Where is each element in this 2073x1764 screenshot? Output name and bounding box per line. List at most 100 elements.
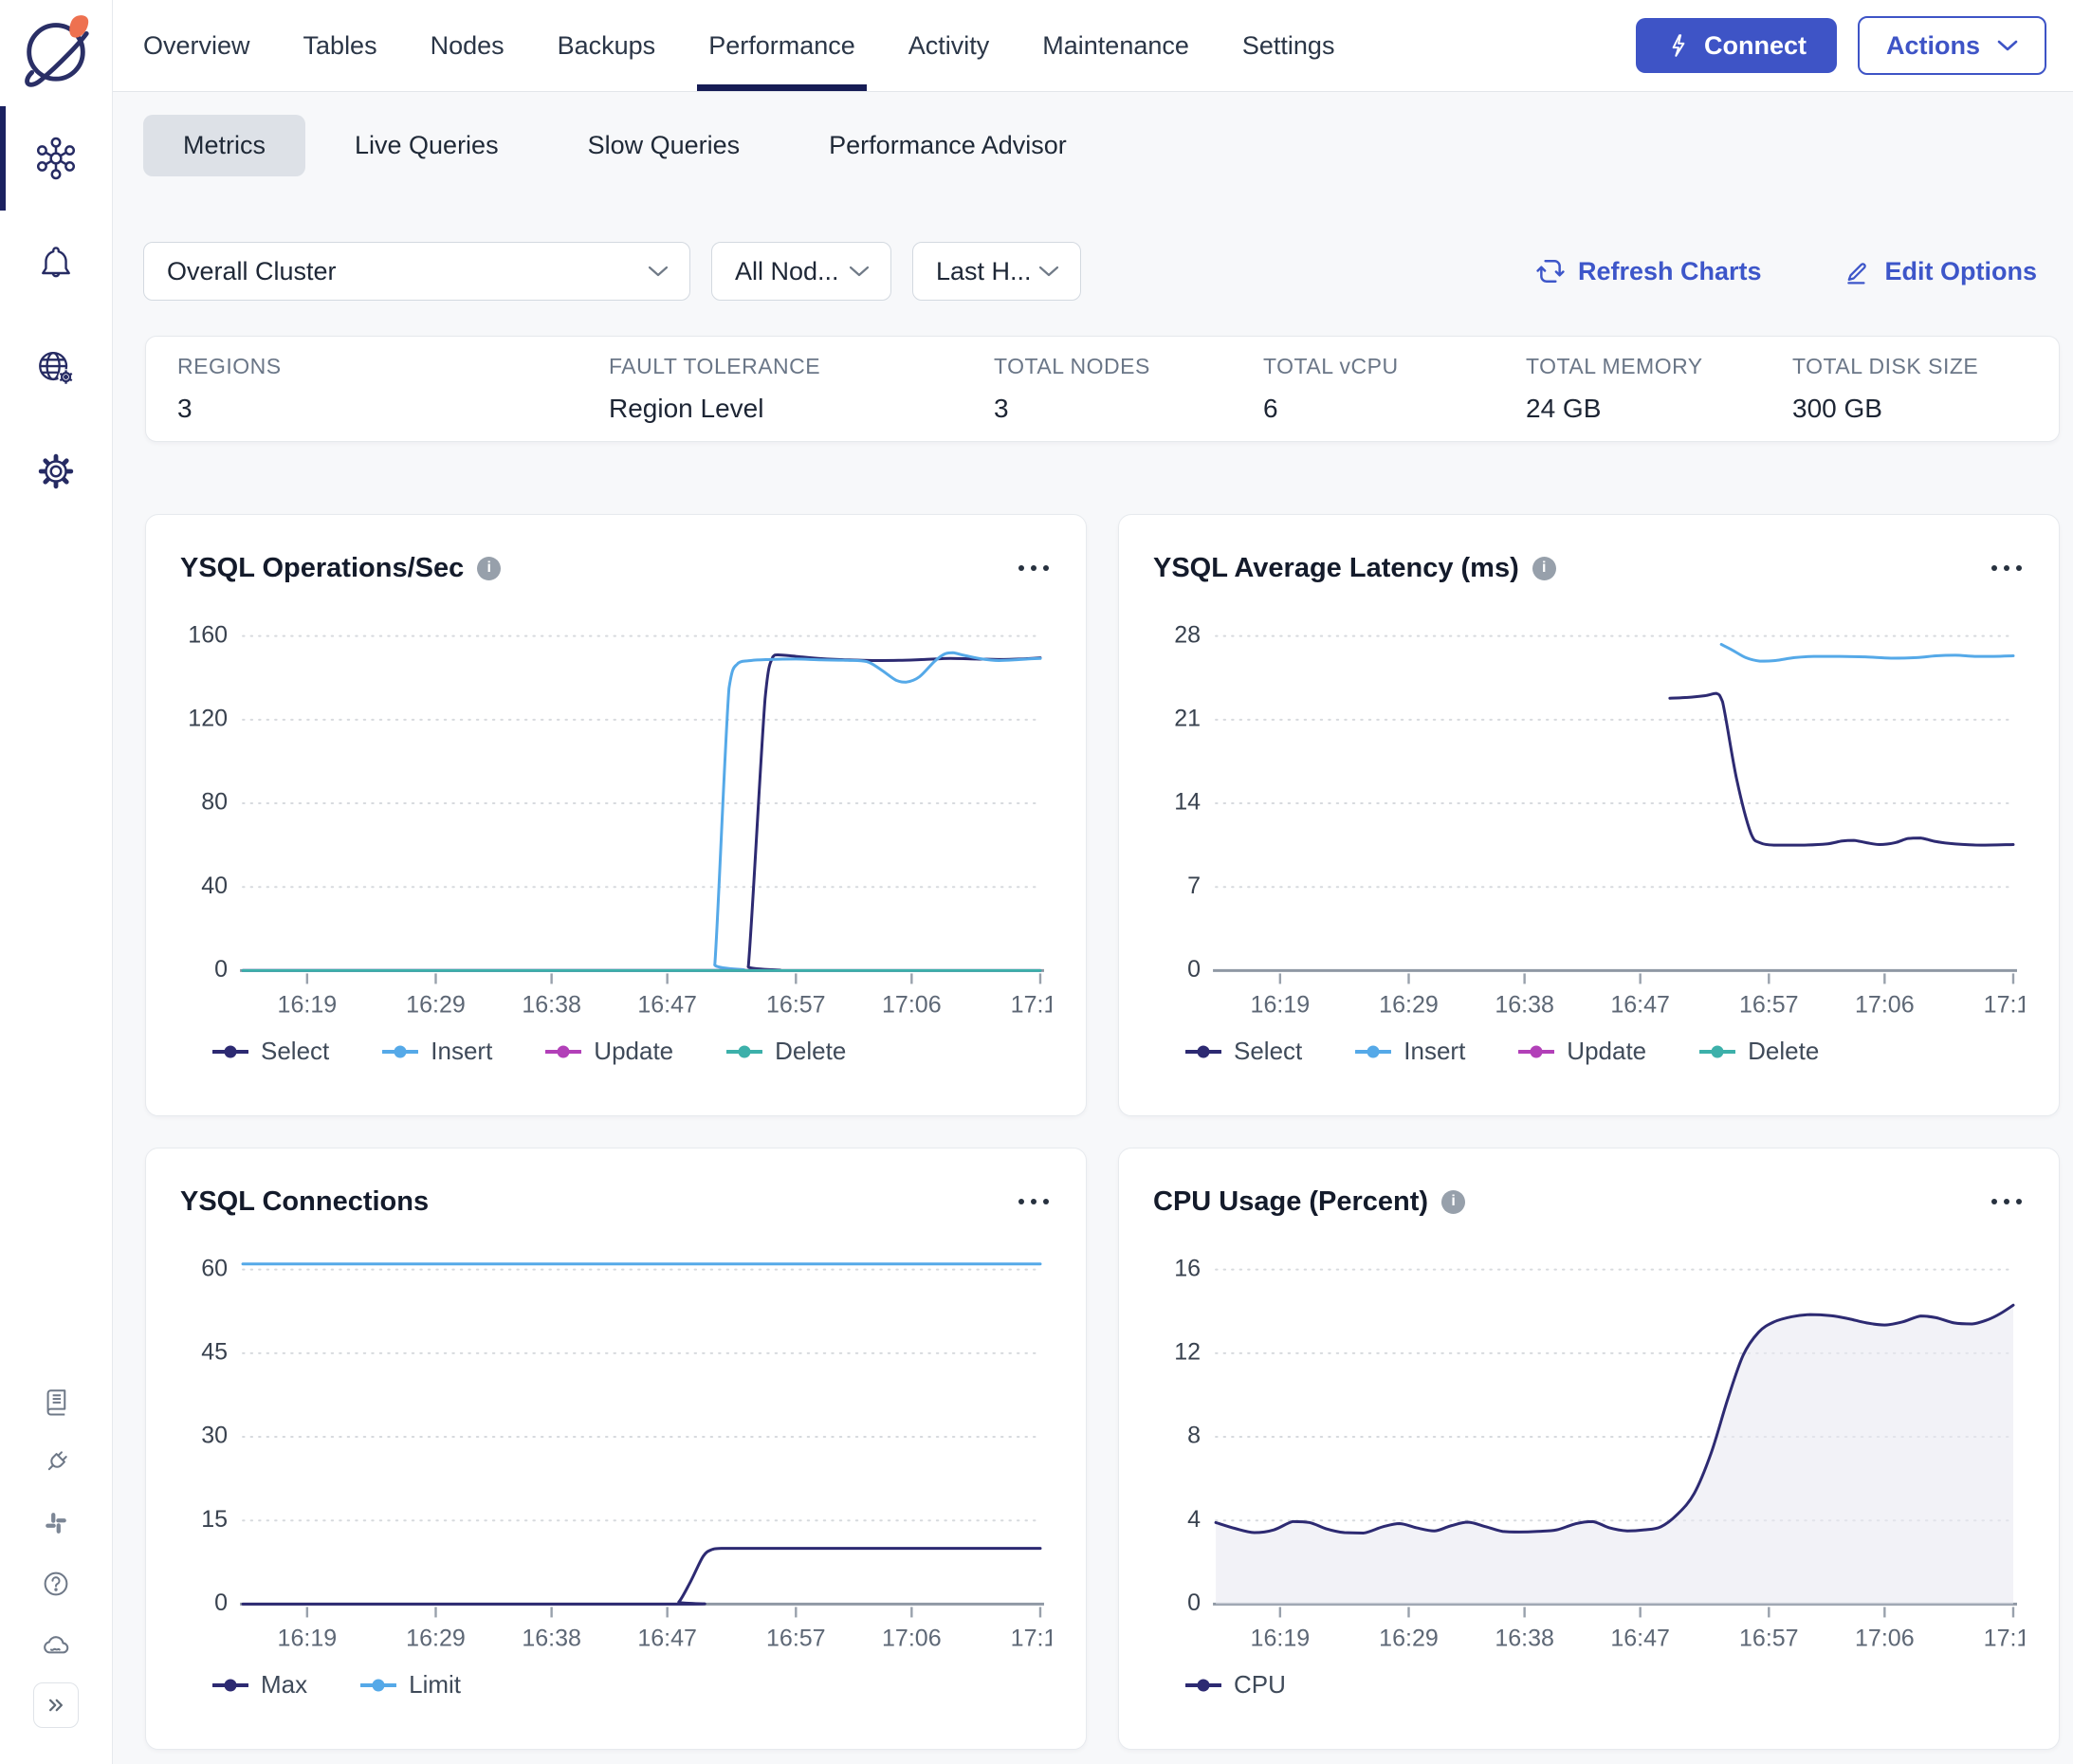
sidebar-item-docs[interactable] xyxy=(0,1371,112,1432)
legend-item-cpu[interactable]: CPU xyxy=(1185,1670,1286,1700)
sidebar-item-integrations[interactable] xyxy=(0,1432,112,1493)
legend-label: Update xyxy=(1567,1037,1646,1066)
stat-fault-tolerance: FAULT TOLERANCE Region Level xyxy=(609,354,994,424)
refresh-charts-button[interactable]: Refresh Charts xyxy=(1536,257,1762,286)
chart-legend: CPU xyxy=(1185,1670,2025,1700)
legend-item-update[interactable]: Update xyxy=(545,1037,673,1066)
stat-label: TOTAL DISK SIZE xyxy=(1792,354,1978,379)
sidebar-collapse-button[interactable] xyxy=(0,1675,112,1736)
tab-maintenance[interactable]: Maintenance xyxy=(1042,0,1189,91)
tab-performance[interactable]: Performance xyxy=(708,0,855,91)
tab-overview[interactable]: Overview xyxy=(143,0,250,91)
sidebar-item-alerts[interactable] xyxy=(0,211,112,315)
svg-text:7: 7 xyxy=(1187,873,1201,899)
stat-value: 300 GB xyxy=(1792,394,1978,424)
chart-menu-button[interactable] xyxy=(1989,1197,2025,1206)
svg-text:16:47: 16:47 xyxy=(637,1625,697,1651)
connect-button[interactable]: Connect xyxy=(1636,18,1837,73)
svg-text:16:47: 16:47 xyxy=(637,991,697,1018)
legend-item-select[interactable]: Select xyxy=(212,1037,329,1066)
svg-text:17:06: 17:06 xyxy=(882,1625,942,1651)
svg-text:120: 120 xyxy=(188,705,228,731)
chart-canvas[interactable]: 01530456016:1916:2916:3816:4716:5717:061… xyxy=(180,1228,1052,1657)
stat-value: 3 xyxy=(994,394,1263,424)
svg-text:0: 0 xyxy=(1187,1589,1201,1616)
legend-item-delete[interactable]: Delete xyxy=(726,1037,846,1066)
chart-canvas[interactable]: 048121616:1916:2916:3816:4716:5717:0617:… xyxy=(1153,1228,2025,1657)
legend-item-limit[interactable]: Limit xyxy=(360,1670,461,1700)
legend-item-max[interactable]: Max xyxy=(212,1670,307,1700)
sidebar-item-settings[interactable] xyxy=(0,419,112,524)
legend-item-insert[interactable]: Insert xyxy=(1355,1037,1465,1066)
sidebar-item-help[interactable] xyxy=(0,1553,112,1614)
chart-title: YSQL Operations/Sec xyxy=(180,553,464,584)
cluster-select[interactable]: Overall Cluster xyxy=(143,242,690,301)
stat-total-disk: TOTAL DISK SIZE 300 GB xyxy=(1792,354,1978,424)
nodes-select[interactable]: All Nod... xyxy=(711,242,891,301)
legend-item-update[interactable]: Update xyxy=(1518,1037,1646,1066)
chart-card-cpu-usage: CPU Usage (Percent) 048121616:1916:2916:… xyxy=(1118,1148,2060,1750)
sidebar-item-slack[interactable] xyxy=(0,1493,112,1553)
stat-label: TOTAL NODES xyxy=(994,354,1263,379)
chart-menu-button[interactable] xyxy=(1989,563,2025,573)
double-chevron-right-icon xyxy=(43,1692,69,1718)
sidebar-item-cloud-status[interactable] xyxy=(0,1614,112,1675)
svg-text:16:57: 16:57 xyxy=(766,991,826,1018)
stat-total-nodes: TOTAL NODES 3 xyxy=(994,354,1263,424)
chart-card-ysql-operations: YSQL Operations/Sec 0408012016016:1916:2… xyxy=(145,514,1087,1116)
chart-title: YSQL Connections xyxy=(180,1186,429,1218)
ellipsis-icon xyxy=(1016,1197,1052,1206)
info-icon[interactable] xyxy=(477,557,501,580)
tab-backups[interactable]: Backups xyxy=(558,0,656,91)
tab-performance-advisor[interactable]: Performance Advisor xyxy=(789,115,1107,176)
stat-value: Region Level xyxy=(609,394,994,424)
legend-item-delete[interactable]: Delete xyxy=(1699,1037,1819,1066)
chart-canvas[interactable]: 0714212816:1916:2916:3816:4716:5717:0617… xyxy=(1153,595,2025,1023)
svg-text:14: 14 xyxy=(1174,789,1201,816)
chevron-down-icon xyxy=(849,265,870,278)
svg-text:80: 80 xyxy=(201,789,228,816)
svg-text:16:47: 16:47 xyxy=(1610,1625,1670,1651)
stat-label: TOTAL MEMORY xyxy=(1526,354,1792,379)
tab-tables[interactable]: Tables xyxy=(303,0,377,91)
tab-nodes[interactable]: Nodes xyxy=(431,0,504,91)
info-icon[interactable] xyxy=(1441,1190,1465,1214)
svg-text:17:16: 17:16 xyxy=(1011,1625,1052,1651)
chart-menu-button[interactable] xyxy=(1016,563,1052,573)
info-icon[interactable] xyxy=(1532,557,1556,580)
sidebar-item-network[interactable] xyxy=(0,315,112,419)
help-icon xyxy=(41,1569,71,1599)
svg-text:60: 60 xyxy=(201,1255,228,1281)
svg-text:17:06: 17:06 xyxy=(882,991,942,1018)
chevron-down-icon xyxy=(648,265,669,278)
edit-options-button[interactable]: Edit Options xyxy=(1844,257,2037,286)
svg-text:21: 21 xyxy=(1174,705,1201,731)
chart-menu-button[interactable] xyxy=(1016,1197,1052,1206)
svg-text:16:38: 16:38 xyxy=(522,1625,581,1651)
legend-item-select[interactable]: Select xyxy=(1185,1037,1302,1066)
chart-title: YSQL Average Latency (ms) xyxy=(1153,553,1519,584)
ellipsis-icon xyxy=(1016,563,1052,573)
metrics-filter-bar: Overall Cluster All Nod... Last H... Ref… xyxy=(143,242,2037,301)
legend-label: Max xyxy=(261,1670,307,1700)
stat-value: 24 GB xyxy=(1526,394,1792,424)
stat-total-memory: TOTAL MEMORY 24 GB xyxy=(1526,354,1792,424)
time-range-select-value: Last H... xyxy=(936,257,1032,286)
tab-live-queries[interactable]: Live Queries xyxy=(315,115,539,176)
sidebar-item-clusters[interactable] xyxy=(0,106,112,211)
tab-slow-queries[interactable]: Slow Queries xyxy=(548,115,780,176)
globe-gear-icon xyxy=(34,345,78,389)
tab-settings[interactable]: Settings xyxy=(1242,0,1335,91)
legend-label: Limit xyxy=(409,1670,461,1700)
chart-canvas[interactable]: 0408012016016:1916:2916:3816:4716:5717:0… xyxy=(180,595,1052,1023)
actions-button[interactable]: Actions xyxy=(1858,16,2046,75)
svg-text:12: 12 xyxy=(1174,1338,1201,1365)
legend-item-insert[interactable]: Insert xyxy=(382,1037,492,1066)
svg-text:16:38: 16:38 xyxy=(1495,991,1554,1018)
tab-activity[interactable]: Activity xyxy=(908,0,990,91)
chart-legend: Select Insert Update Delete xyxy=(1185,1037,2025,1066)
time-range-select[interactable]: Last H... xyxy=(912,242,1081,301)
svg-text:0: 0 xyxy=(1187,956,1201,983)
tab-metrics[interactable]: Metrics xyxy=(143,115,305,176)
svg-text:40: 40 xyxy=(201,873,228,899)
